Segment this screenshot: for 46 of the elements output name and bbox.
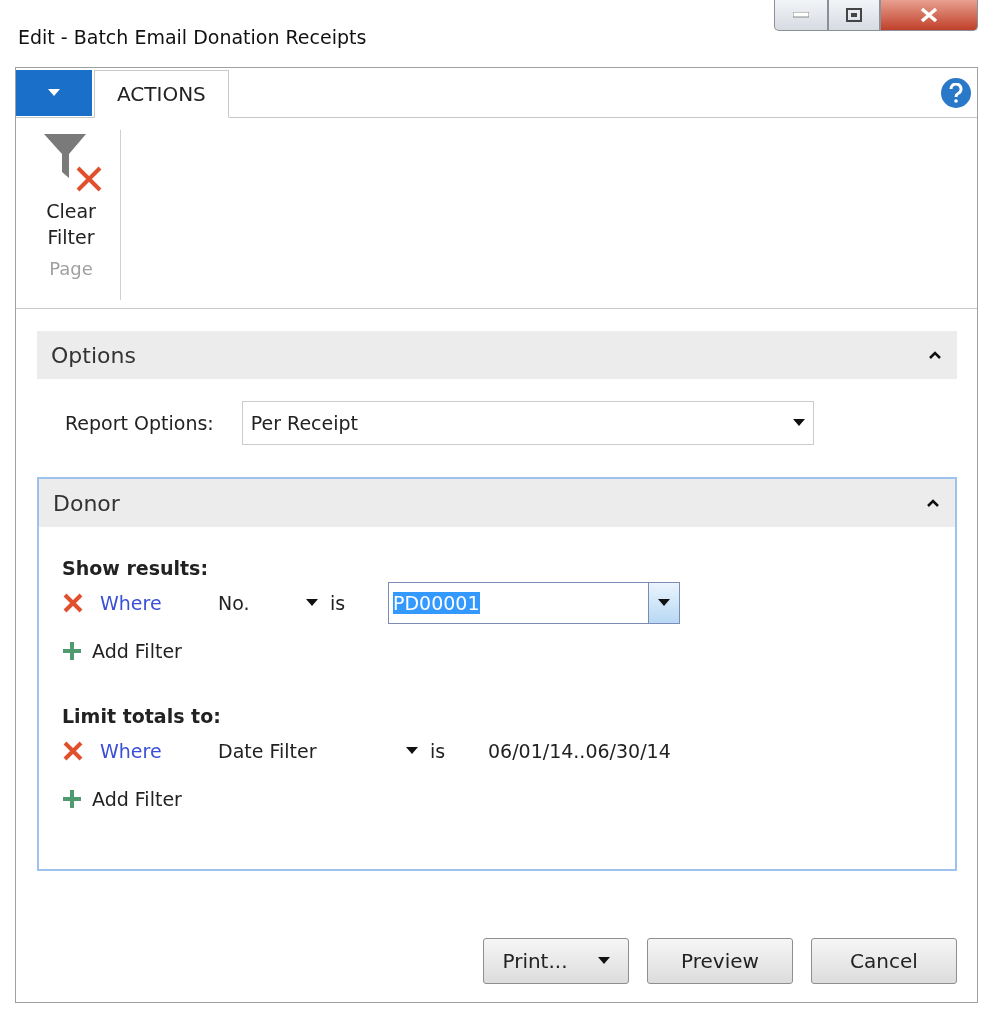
close-icon [920, 7, 938, 23]
where-link[interactable]: Where [100, 740, 218, 762]
section-header[interactable]: Options [37, 331, 957, 379]
dropdown-caret-icon [792, 419, 805, 427]
caret-icon [597, 957, 610, 965]
collapse-caret-icon [927, 499, 939, 507]
dialog-button[interactable]: Cancel [811, 938, 957, 984]
dialog-button[interactable]: Print... [483, 938, 629, 984]
dialog-button[interactable]: Preview [647, 938, 793, 984]
help-icon [949, 82, 963, 103]
remove-icon[interactable] [62, 740, 84, 762]
maximize-button[interactable] [828, 0, 880, 31]
group-heading: Show results: [62, 557, 210, 579]
caret-icon [306, 599, 318, 607]
group-label: Page [49, 258, 93, 279]
close-button[interactable] [880, 0, 978, 31]
group-heading: Limit totals to: [62, 705, 222, 727]
caret-icon [658, 599, 670, 607]
collapse-button[interactable] [929, 351, 941, 359]
filter-field-dropdown[interactable]: No. [218, 592, 318, 614]
caret-icon [406, 747, 418, 755]
field-label: Report Options: [65, 412, 214, 434]
report-options-dropdown[interactable]: Per Receipt [241, 401, 814, 445]
plus-icon [62, 641, 82, 661]
operator-text: is [430, 740, 447, 762]
minimize-icon [793, 12, 809, 18]
maximize-icon [846, 8, 862, 22]
section-title: Donor [53, 490, 120, 516]
remove-icon[interactable] [62, 592, 84, 614]
collapse-caret-icon [929, 351, 941, 359]
dropdown-button[interactable] [648, 583, 679, 623]
plus-icon [62, 789, 82, 809]
collapse-button[interactable] [927, 499, 939, 507]
add-filter-button[interactable]: Add Filter [62, 775, 955, 823]
add-filter-button[interactable]: Add Filter [62, 627, 955, 675]
section-title: Options [51, 342, 136, 368]
clear-filter-button[interactable]: Clear Filter [36, 130, 106, 250]
filter-value: 06/01/14..06/30/14 [488, 740, 671, 762]
window-title: Edit - Batch Email Donation Receipts [18, 26, 367, 48]
ribbon-tab[interactable]: ACTIONS [94, 70, 229, 118]
where-link[interactable]: Where [100, 592, 218, 614]
section-header[interactable]: Donor [39, 479, 955, 527]
help-button[interactable] [941, 77, 971, 108]
operator-text: is [330, 592, 347, 614]
caret-icon [48, 89, 60, 97]
filter-field-dropdown[interactable]: Date Filter [218, 740, 418, 762]
